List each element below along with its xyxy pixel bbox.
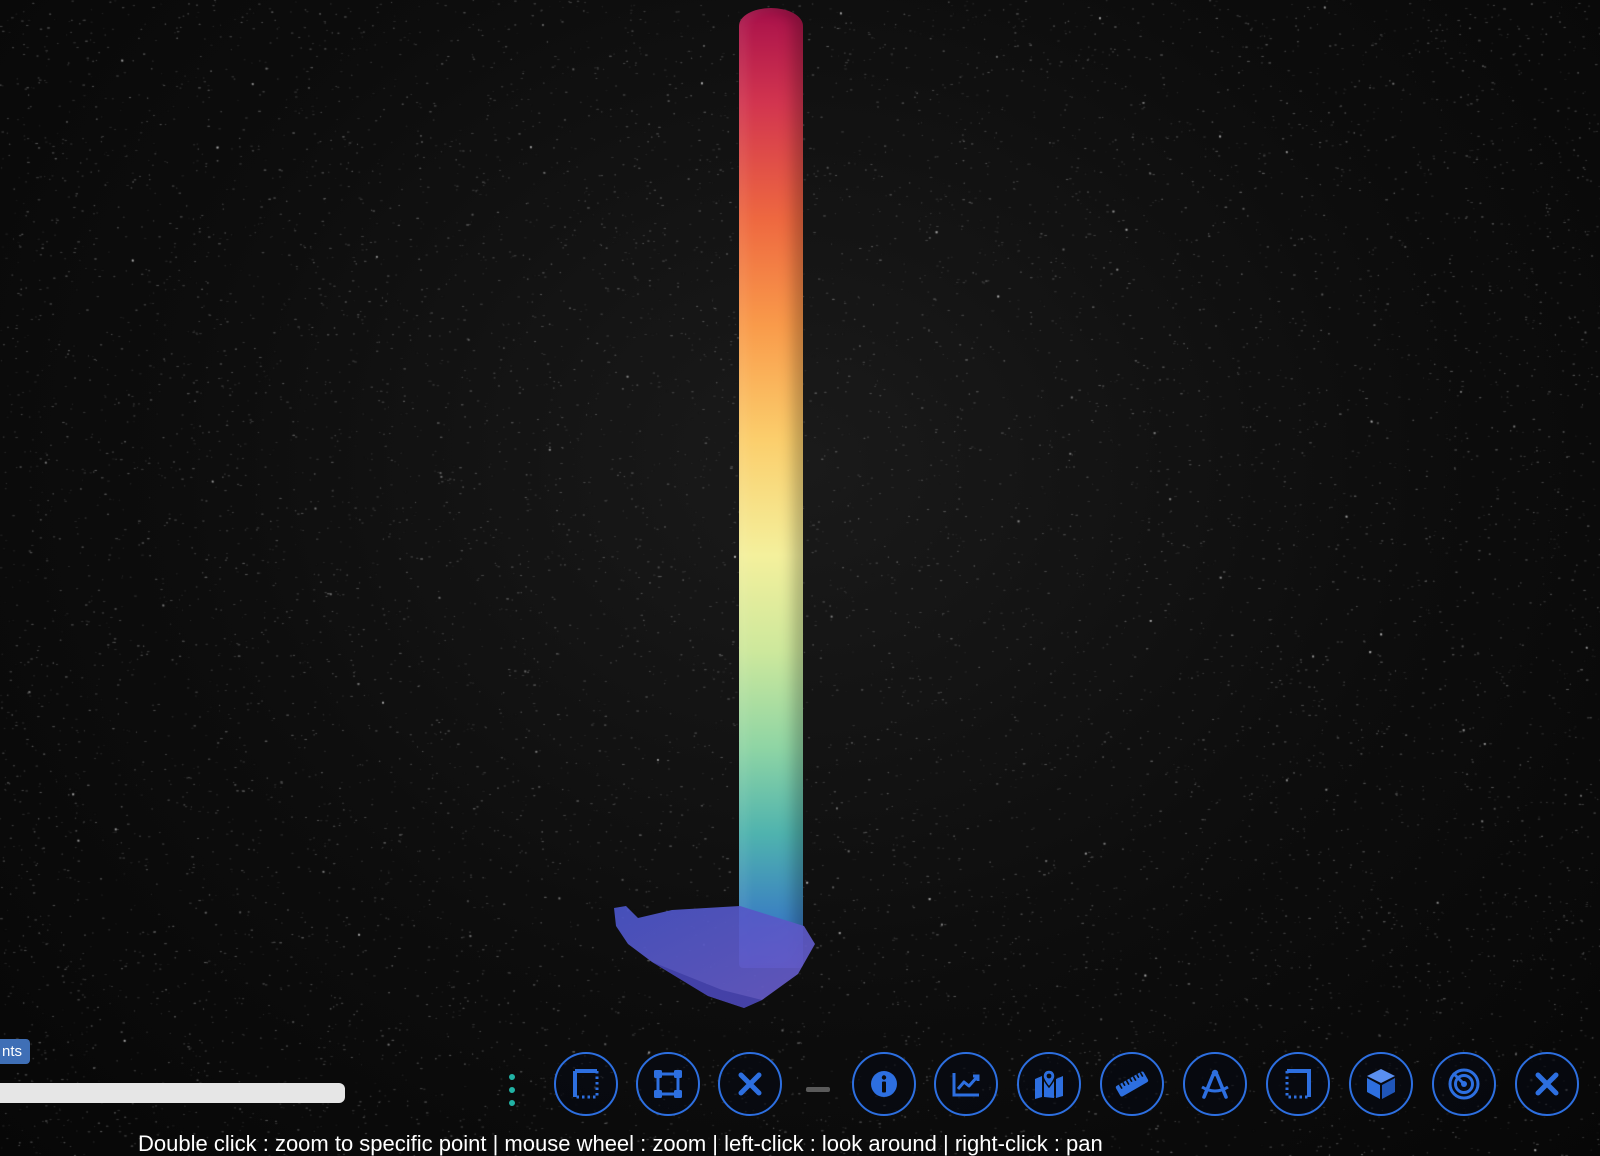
select-box-icon [654, 1070, 682, 1098]
remove-all-button[interactable] [1515, 1052, 1579, 1116]
select-area-button[interactable] [554, 1052, 618, 1116]
navigation-help-text: Double click : zoom to specific point | … [138, 1131, 1103, 1156]
clear-selection-icon [738, 1072, 762, 1096]
measure-button[interactable] [1100, 1052, 1164, 1116]
toolbar-separator [806, 1087, 830, 1092]
profile-chart-icon [952, 1073, 980, 1097]
volume-button[interactable] [1349, 1052, 1413, 1116]
ruler-icon [1115, 1071, 1149, 1097]
point-cloud-viewport[interactable]: nts Double click: zoom to specific poin… [0, 0, 1600, 1156]
close-all-icon [1535, 1072, 1559, 1096]
map-pin-icon [1035, 1069, 1063, 1099]
circle-button[interactable] [1432, 1052, 1496, 1116]
info-button[interactable] [852, 1052, 916, 1116]
left-panel-bar[interactable] [0, 1083, 345, 1103]
profile-chart-button[interactable] [934, 1052, 998, 1116]
point-cloud-pillar [739, 8, 803, 968]
cube-icon [1367, 1069, 1395, 1099]
angle-button[interactable] [1183, 1052, 1247, 1116]
toolbar-grip-icon[interactable] [508, 1074, 516, 1106]
clip-button[interactable] [1266, 1052, 1330, 1116]
point-cloud-pillar-base [614, 906, 815, 1008]
map-pin-button[interactable] [1017, 1052, 1081, 1116]
select-area-icon [573, 1069, 599, 1099]
compass-drafting-icon [1201, 1069, 1229, 1099]
radius-icon [1448, 1068, 1480, 1100]
points-badge: nts [0, 1039, 31, 1064]
info-icon [871, 1071, 897, 1097]
select-box-button[interactable] [636, 1052, 700, 1116]
clip-area-icon [1285, 1069, 1311, 1099]
clear-selection-button[interactable] [718, 1052, 782, 1116]
